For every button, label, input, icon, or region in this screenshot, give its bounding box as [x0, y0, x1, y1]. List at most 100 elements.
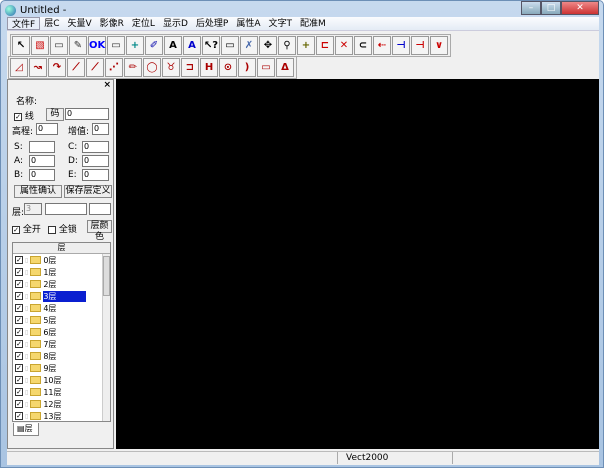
break-button[interactable]: ⊣	[411, 36, 429, 55]
b-input[interactable]: 0	[29, 169, 55, 181]
layer-visible-checkbox[interactable]: ✓	[15, 412, 23, 420]
code-button[interactable]: 码	[46, 108, 64, 121]
join-button[interactable]: ⊣	[392, 36, 410, 55]
menu-item[interactable]: 后处理P	[192, 17, 232, 30]
move-button[interactable]: ✥	[259, 36, 277, 55]
text-blue-button[interactable]: A	[183, 36, 201, 55]
layer-visible-checkbox[interactable]: ✓	[15, 292, 23, 300]
e-input[interactable]: 0	[82, 169, 109, 181]
layer-row[interactable]: ✓ ▯ 9层	[13, 362, 110, 374]
code-input[interactable]: 0	[65, 108, 109, 120]
layer-visible-checkbox[interactable]: ✓	[15, 256, 23, 264]
arc-button[interactable]: )	[238, 58, 256, 77]
layer-row[interactable]: ✓ ▯ 12层	[13, 398, 110, 410]
all-open-checkbox[interactable]: ✓	[12, 225, 20, 234]
brush-button[interactable]: ✐	[145, 36, 163, 55]
bracket-button[interactable]: ⊏	[316, 36, 334, 55]
arrow-select-button[interactable]: ↖	[12, 36, 30, 55]
s-input[interactable]	[29, 141, 55, 153]
layer-row[interactable]: ✓ ▯ 1层	[13, 266, 110, 278]
drawing-canvas[interactable]	[116, 79, 599, 449]
v-button[interactable]: ∨	[430, 36, 448, 55]
area-button[interactable]: ◿	[10, 58, 28, 77]
layer-name-input[interactable]	[45, 203, 87, 215]
d-input[interactable]: 0	[82, 155, 109, 167]
layer-row[interactable]: ✓ ▯ 3层	[13, 290, 110, 302]
erase-button[interactable]: ✗	[240, 36, 258, 55]
h-button[interactable]: H	[200, 58, 218, 77]
pen-button[interactable]: ✎	[69, 36, 87, 55]
node-button[interactable]: +	[297, 36, 315, 55]
layer-color-button[interactable]: 层颜色	[87, 220, 112, 242]
scrollbar-thumb[interactable]	[103, 256, 110, 296]
line2-button[interactable]: ⟋	[86, 58, 104, 77]
menu-item[interactable]: 属性A	[232, 17, 264, 30]
curve-button[interactable]: ⊂	[354, 36, 372, 55]
layer-extra-input[interactable]	[89, 203, 111, 215]
layer-row[interactable]: ✓ ▯ 0层	[13, 254, 110, 266]
layer-visible-checkbox[interactable]: ✓	[15, 376, 23, 384]
layer-visible-checkbox[interactable]: ✓	[15, 328, 23, 336]
rect2-button[interactable]: ▭	[257, 58, 275, 77]
vertex-button[interactable]: ♉	[162, 58, 180, 77]
menu-item[interactable]: 文字T	[264, 17, 296, 30]
line-checkbox[interactable]: ✓	[14, 112, 22, 121]
layer-visible-checkbox[interactable]: ✓	[15, 364, 23, 372]
line-button[interactable]: ▭	[50, 36, 68, 55]
circle-button[interactable]: ⊙	[219, 58, 237, 77]
layer-row[interactable]: ✓ ▯ 4层	[13, 302, 110, 314]
delete-button[interactable]: ✕	[335, 36, 353, 55]
zoom-button[interactable]: ⚲	[278, 36, 296, 55]
layer-row[interactable]: ✓ ▯ 13层	[13, 410, 110, 421]
dots-button[interactable]: ⋰	[105, 58, 123, 77]
menu-item[interactable]: 影像R	[96, 17, 128, 30]
a-input[interactable]: 0	[29, 155, 55, 167]
save-layer-definition-button[interactable]: 保存层定义	[64, 185, 112, 198]
menu-item[interactable]: 显示D	[159, 17, 192, 30]
menu-item[interactable]: 层C	[40, 17, 63, 30]
maximize-button[interactable]: □	[541, 1, 561, 15]
layer-visible-checkbox[interactable]: ✓	[15, 340, 23, 348]
color-button[interactable]: ▧	[31, 36, 49, 55]
layer-visible-checkbox[interactable]: ✓	[15, 400, 23, 408]
menu-item[interactable]: 矢量V	[63, 17, 95, 30]
text-button[interactable]: A	[164, 36, 182, 55]
curve2-button[interactable]: ↷	[48, 58, 66, 77]
close-button[interactable]: ✕	[561, 1, 599, 15]
arrow-left-button[interactable]: ⇠	[373, 36, 391, 55]
layer-visible-checkbox[interactable]: ✓	[15, 280, 23, 288]
triangle-button[interactable]: Δ	[276, 58, 294, 77]
layer-visible-checkbox[interactable]: ✓	[15, 316, 23, 324]
all-lock-checkbox[interactable]	[48, 225, 56, 234]
elevation-input[interactable]: 0	[36, 123, 58, 135]
menu-item[interactable]: 配准M	[296, 17, 330, 30]
layer-row[interactable]: ✓ ▯ 5层	[13, 314, 110, 326]
attribute-confirm-button[interactable]: 属性确认	[14, 185, 62, 198]
line-edit-button[interactable]: ▭	[107, 36, 125, 55]
layer-row[interactable]: ✓ ▯ 10层	[13, 374, 110, 386]
layer-row[interactable]: ✓ ▯ 11层	[13, 386, 110, 398]
pencil-button[interactable]: ✏	[124, 58, 142, 77]
layer-row[interactable]: ✓ ▯ 2层	[13, 278, 110, 290]
layer-visible-checkbox[interactable]: ✓	[15, 304, 23, 312]
layer-visible-checkbox[interactable]: ✓	[15, 352, 23, 360]
rect-button[interactable]: ▭	[221, 36, 239, 55]
ok-button[interactable]: OK	[88, 36, 106, 55]
line1-button[interactable]: ⟋	[67, 58, 85, 77]
panel-close-button[interactable]: ×	[103, 80, 111, 90]
minimize-button[interactable]: –	[521, 1, 541, 15]
query-button[interactable]: ↖?	[202, 36, 220, 55]
layer-row[interactable]: ✓ ▯ 8层	[13, 350, 110, 362]
tab-layer[interactable]: ▤层	[13, 423, 39, 436]
menu-item[interactable]: 文件F	[7, 17, 41, 30]
polygon-button[interactable]: ◯	[143, 58, 161, 77]
layer-visible-checkbox[interactable]: ✓	[15, 388, 23, 396]
layer-list-header[interactable]: 层	[13, 243, 110, 254]
scrollbar[interactable]	[102, 254, 110, 421]
c-input[interactable]: 0	[82, 141, 109, 153]
step-button[interactable]: ⊐	[181, 58, 199, 77]
layer-row[interactable]: ✓ ▯ 6层	[13, 326, 110, 338]
curve1-button[interactable]: ↝	[29, 58, 47, 77]
layer-row[interactable]: ✓ ▯ 7层	[13, 338, 110, 350]
cross-button[interactable]: +	[126, 36, 144, 55]
